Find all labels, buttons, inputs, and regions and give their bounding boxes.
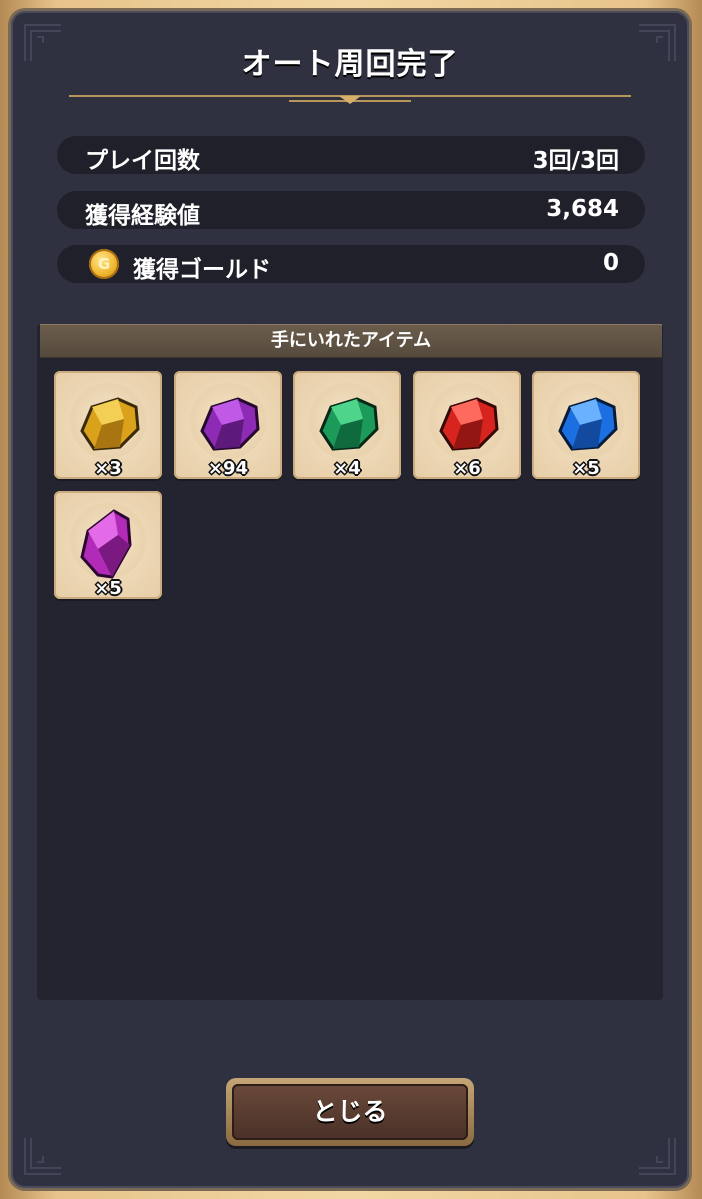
item-slot[interactable]: ×3	[54, 371, 162, 479]
corner-ornament-icon	[637, 1136, 677, 1176]
stat-label: プレイ回数	[85, 148, 200, 174]
stat-value: 0	[602, 250, 619, 276]
items-header: 手にいれたアイテム	[40, 324, 662, 358]
item-quantity: ×5	[572, 458, 600, 479]
item-slot[interactable]: ×94	[174, 371, 282, 479]
green-crystal-icon	[319, 397, 379, 451]
corner-ornament-icon	[23, 1136, 63, 1176]
stat-experience: 獲得経験値 3,684	[57, 191, 645, 229]
yellow-crystal-icon	[80, 397, 140, 451]
result-dialog: オート周回完了 プレイ回数 3回/3回 獲得経験値 3,684 G 獲得ゴールド…	[11, 11, 689, 1188]
stat-label: 獲得経験値	[85, 203, 200, 229]
item-slot[interactable]: ×5	[532, 371, 640, 479]
blue-crystal-icon	[558, 397, 618, 451]
item-quantity: ×4	[333, 458, 361, 479]
red-crystal-icon	[439, 397, 499, 451]
gold-coin-icon: G	[89, 249, 119, 279]
close-button[interactable]: とじる	[226, 1078, 474, 1146]
stat-label: 獲得ゴールド	[133, 257, 271, 283]
item-slot[interactable]: ×5	[54, 491, 162, 599]
item-slot[interactable]: ×4	[293, 371, 401, 479]
close-button-label: とじる	[232, 1084, 468, 1140]
stat-gold: G 獲得ゴールド 0	[57, 245, 645, 283]
dialog-title: オート周回完了	[241, 47, 459, 82]
stat-value: 3回/3回	[532, 148, 619, 174]
title-divider	[69, 91, 631, 105]
item-slot[interactable]: ×6	[413, 371, 521, 479]
item-quantity: ×6	[453, 458, 481, 479]
item-quantity: ×5	[94, 578, 122, 599]
purple-crystal-icon	[200, 397, 260, 451]
item-quantity: ×94	[207, 458, 249, 479]
item-quantity: ×3	[94, 458, 122, 479]
stat-value: 3,684	[546, 196, 619, 222]
stat-play-count: プレイ回数 3回/3回	[57, 136, 645, 174]
magenta-crystal-shard-icon	[80, 509, 132, 579]
